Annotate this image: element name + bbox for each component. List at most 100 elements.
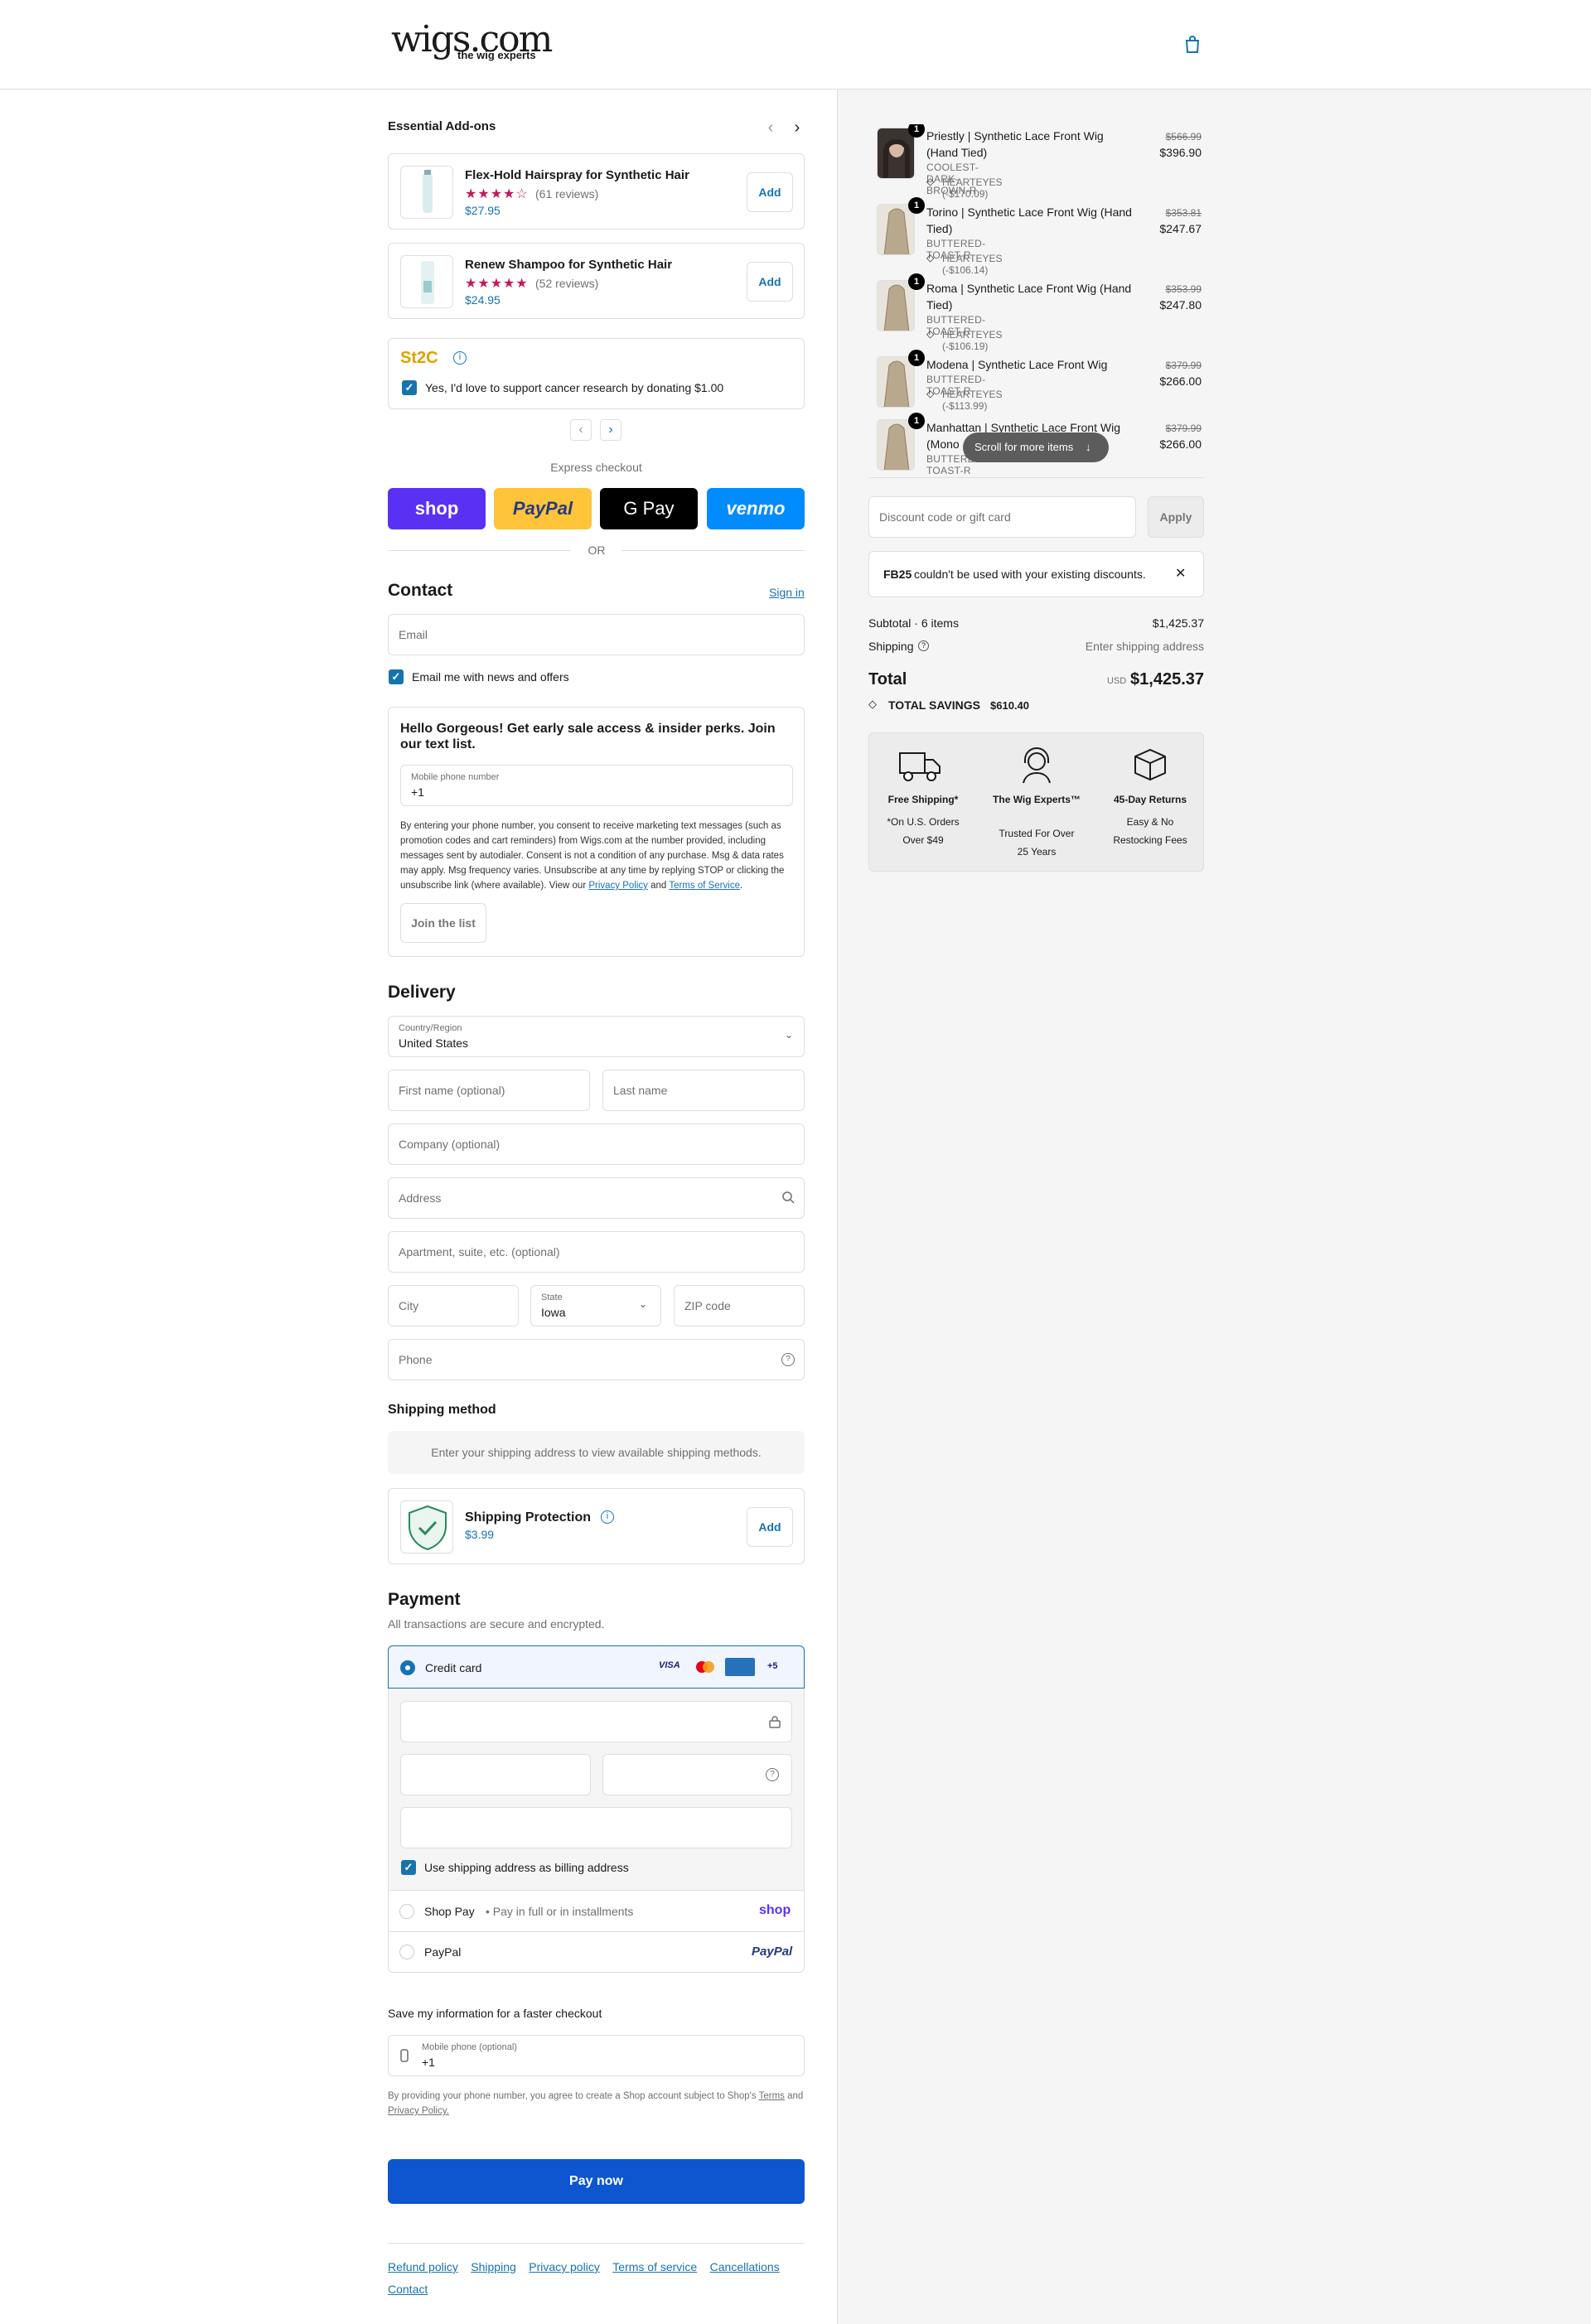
- terms-of-service-link[interactable]: Terms of service: [612, 2260, 697, 2273]
- save-phone-label: Mobile phone (optional): [422, 2042, 517, 2052]
- express-checkout-title: Express checkout: [550, 461, 642, 474]
- payment-subtitle: All transactions are secure and encrypte…: [388, 1617, 605, 1631]
- save-phone-field[interactable]: Mobile phone (optional) +1: [388, 2035, 805, 2076]
- shield-icon: [400, 1500, 453, 1553]
- shipping-protection-card: Shipping Protection i $3.99 Add: [388, 1488, 805, 1564]
- company-field[interactable]: Company (optional): [388, 1123, 805, 1165]
- shop-pay-button[interactable]: shop: [388, 488, 486, 529]
- address-placeholder: Address: [399, 1191, 442, 1205]
- shop-pay-option[interactable]: Shop Pay • Pay in full or in installment…: [389, 1891, 804, 1931]
- country-label: Country/Region: [399, 1023, 462, 1033]
- first-name-field[interactable]: First name (optional): [388, 1070, 590, 1111]
- state-select[interactable]: State Iowa ⌄: [530, 1285, 661, 1326]
- mobile-phone-field[interactable]: Mobile phone number +1: [400, 765, 793, 806]
- email-placeholder: Email: [399, 628, 428, 641]
- join-list-button[interactable]: Join the list: [400, 903, 486, 943]
- email-field[interactable]: Email: [388, 614, 805, 655]
- pay-now-button[interactable]: Pay now: [388, 2159, 805, 2204]
- phone-field[interactable]: Phone ?: [388, 1339, 805, 1380]
- visa-icon: VISA: [659, 1660, 680, 1670]
- billing-label: Use shipping address as billing address: [424, 1861, 629, 1874]
- last-name-placeholder: Last name: [613, 1084, 668, 1097]
- radio-unselected[interactable]: [399, 1904, 414, 1919]
- help-icon[interactable]: ?: [781, 1353, 795, 1366]
- cart-bag-icon[interactable]: [1183, 35, 1202, 55]
- addons-next-button[interactable]: ›: [600, 419, 621, 441]
- shop-privacy-link[interactable]: Privacy Policy.: [388, 2106, 449, 2116]
- shipping-link[interactable]: Shipping: [471, 2260, 516, 2273]
- card-number-field[interactable]: [400, 1701, 792, 1742]
- addon-price: $27.95: [465, 204, 501, 217]
- news-checkbox[interactable]: ✓: [389, 669, 404, 684]
- save-info-title: Save my information for a faster checkou…: [388, 2007, 602, 2020]
- venmo-button[interactable]: venmo: [707, 488, 805, 529]
- paypal-option[interactable]: PayPal PayPal: [389, 1932, 804, 1972]
- sign-in-link[interactable]: Sign in: [769, 586, 805, 599]
- expiration-field[interactable]: [400, 1754, 591, 1795]
- quantity-badge: 1: [908, 273, 925, 290]
- subtotal-value: $1,425.37: [1152, 616, 1204, 630]
- and-text: and: [787, 2091, 804, 2101]
- review-count[interactable]: (52 reviews): [535, 277, 598, 290]
- sale-price: $396.90: [1159, 146, 1202, 159]
- cart-item-discount: HEARTEYES (-$113.99): [942, 389, 1003, 412]
- close-icon[interactable]: ✕: [1175, 565, 1186, 582]
- cart-item-name: Modena | Synthetic Lace Front Wig: [926, 358, 1108, 371]
- add-hairspray-button[interactable]: Add: [747, 172, 793, 212]
- help-icon[interactable]: ?: [918, 640, 929, 651]
- more-cards-badge: +5: [767, 1661, 778, 1671]
- radio-selected[interactable]: [400, 1660, 415, 1675]
- shop-terms-link[interactable]: Terms: [759, 2091, 785, 2101]
- protection-title: Shipping Protection: [465, 1510, 591, 1524]
- address-field[interactable]: Address: [388, 1177, 805, 1219]
- credit-card-option[interactable]: Credit card VISA +5: [388, 1645, 805, 1689]
- chevron-left-icon[interactable]: ‹: [762, 119, 779, 136]
- help-icon[interactable]: ?: [766, 1768, 779, 1781]
- delivery-truck-icon: [898, 746, 941, 787]
- zip-field[interactable]: ZIP code: [674, 1285, 805, 1326]
- contact-link[interactable]: Contact: [388, 2283, 428, 2296]
- zip-placeholder: ZIP code: [684, 1299, 731, 1312]
- privacy-policy-link[interactable]: Privacy policy: [529, 2260, 600, 2273]
- add-protection-button[interactable]: Add: [747, 1507, 793, 1547]
- addon-name: Renew Shampoo for Synthetic Hair: [465, 258, 673, 272]
- total-label: Total: [868, 670, 907, 689]
- cart-items-list[interactable]: 1 Priestly | Synthetic Lace Front Wig (H…: [868, 124, 1204, 476]
- paypal-button[interactable]: PayPal: [494, 488, 592, 529]
- credit-card-label: Credit card: [425, 1661, 482, 1674]
- tag-icon: ◇: [926, 176, 935, 187]
- addons-prev-button[interactable]: ‹: [570, 419, 592, 441]
- donation-checkbox[interactable]: ✓: [402, 380, 417, 395]
- scroll-more-button[interactable]: Scroll for more items ↓: [963, 432, 1109, 462]
- google-pay-button[interactable]: G Pay: [600, 488, 698, 529]
- discount-code-field[interactable]: Discount code or gift card: [868, 496, 1136, 538]
- info-icon[interactable]: i: [601, 1510, 614, 1524]
- billing-checkbox[interactable]: ✓: [401, 1860, 416, 1875]
- terms-link[interactable]: Terms of Service: [669, 881, 740, 891]
- mastercard-icon: [694, 1660, 717, 1679]
- addon-name: Flex-Hold Hairspray for Synthetic Hair: [465, 168, 689, 182]
- cancellations-link[interactable]: Cancellations: [710, 2260, 780, 2273]
- city-field[interactable]: City: [388, 1285, 519, 1326]
- last-name-field[interactable]: Last name: [602, 1070, 805, 1111]
- privacy-policy-link[interactable]: Privacy Policy: [588, 881, 648, 891]
- apply-discount-button[interactable]: Apply: [1148, 496, 1204, 538]
- chevron-right-icon[interactable]: ›: [789, 119, 805, 136]
- name-on-card-field[interactable]: [400, 1807, 792, 1848]
- security-code-field[interactable]: ?: [602, 1754, 792, 1795]
- paypal-label: PayPal: [424, 1945, 462, 1959]
- add-shampoo-button[interactable]: Add: [747, 262, 793, 302]
- original-price: $353.99: [1165, 283, 1202, 295]
- wigs-logo[interactable]: wigs.com the wig experts: [391, 18, 553, 63]
- country-select[interactable]: Country/Region United States ⌄: [388, 1016, 805, 1057]
- divider: [388, 2243, 805, 2244]
- sms-signup-card: Hello Gorgeous! Get early sale access & …: [388, 707, 805, 957]
- sale-price: $247.80: [1159, 298, 1202, 312]
- apartment-field[interactable]: Apartment, suite, etc. (optional): [388, 1231, 805, 1273]
- refund-policy-link[interactable]: Refund policy: [388, 2260, 458, 2273]
- info-icon[interactable]: i: [453, 351, 467, 365]
- city-placeholder: City: [399, 1299, 419, 1312]
- perk-line: 25 Years: [1017, 846, 1057, 858]
- review-count[interactable]: (61 reviews): [535, 187, 598, 201]
- radio-unselected[interactable]: [399, 1945, 414, 1959]
